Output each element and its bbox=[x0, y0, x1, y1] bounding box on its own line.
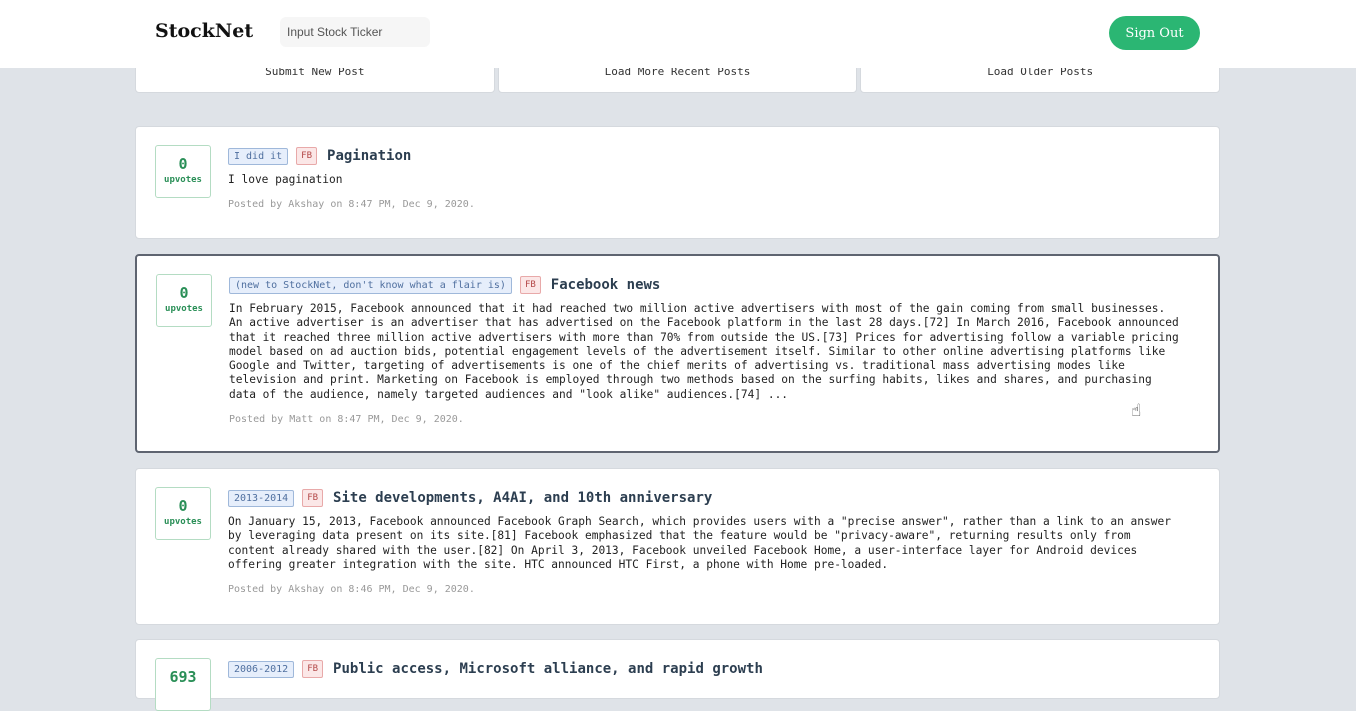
post-meta: Posted by Akshay on 8:46 PM, Dec 9, 2020… bbox=[228, 584, 475, 596]
upvote-box[interactable]: 0 upvotes bbox=[156, 274, 212, 327]
top-nav: StockNet Sign Out bbox=[0, 0, 1356, 68]
post-meta: Posted by Akshay on 8:47 PM, Dec 9, 2020… bbox=[228, 199, 475, 211]
ticker-badge: FB bbox=[302, 489, 324, 507]
upvote-box[interactable]: 0 upvotes bbox=[155, 145, 211, 198]
post-card[interactable]: 693 2006-2012 FB Public access, Microsof… bbox=[135, 639, 1220, 711]
post-body: In February 2015, Facebook announced tha… bbox=[229, 302, 1179, 401]
hand-pointer-cursor-icon: ☝ bbox=[1131, 401, 1142, 421]
post-title[interactable]: Site developments, A4AI, and 10th annive… bbox=[333, 490, 712, 506]
post-body: On January 15, 2013, Facebook announced … bbox=[228, 515, 1171, 571]
flair-badge: 2013-2014 bbox=[228, 489, 295, 507]
ticker-badge: FB bbox=[296, 147, 318, 165]
ticker-badge: FB bbox=[519, 276, 541, 294]
post-content: 2013-2014 FB Site developments, A4AI, an… bbox=[228, 487, 1201, 595]
post-content: I did it FB Pagination I love pagination… bbox=[228, 145, 1201, 210]
post-title[interactable]: Pagination bbox=[327, 148, 411, 164]
upvote-label: upvotes bbox=[165, 304, 203, 314]
upvote-box[interactable]: 0 upvotes bbox=[155, 487, 211, 540]
post-card[interactable]: 0 upvotes (new to StockNet, don't know w… bbox=[135, 254, 1220, 453]
flair-badge: 2006-2012 bbox=[228, 660, 295, 678]
upvote-box[interactable]: 693 bbox=[155, 658, 211, 711]
stock-ticker-search-input[interactable] bbox=[280, 17, 430, 47]
upvote-count: 693 bbox=[169, 668, 197, 686]
post-title[interactable]: Public access, Microsoft alliance, and r… bbox=[333, 661, 763, 677]
logo[interactable]: StockNet bbox=[155, 20, 253, 42]
post-card[interactable]: 0 upvotes 2013-2014 FB Site developments… bbox=[135, 468, 1220, 625]
post-meta: Posted by Matt on 8:47 PM, Dec 9, 2020. bbox=[229, 414, 464, 426]
upvote-count: 0 bbox=[178, 155, 188, 173]
post-title[interactable]: Facebook news bbox=[551, 277, 661, 293]
upvote-label: upvotes bbox=[164, 175, 202, 185]
sign-out-button[interactable]: Sign Out bbox=[1109, 16, 1200, 50]
post-body: I love pagination bbox=[228, 173, 343, 186]
upvote-count: 0 bbox=[178, 497, 188, 515]
flair-badge: (new to StockNet, don't know what a flai… bbox=[229, 276, 512, 294]
upvote-count: 0 bbox=[179, 284, 189, 302]
upvote-label: upvotes bbox=[164, 517, 202, 527]
post-content: (new to StockNet, don't know what a flai… bbox=[229, 274, 1200, 425]
ticker-badge: FB bbox=[302, 660, 324, 678]
post-card[interactable]: 0 upvotes I did it FB Pagination I love … bbox=[135, 126, 1220, 239]
post-content: 2006-2012 FB Public access, Microsoft al… bbox=[228, 658, 1201, 680]
flair-badge: I did it bbox=[228, 147, 289, 165]
